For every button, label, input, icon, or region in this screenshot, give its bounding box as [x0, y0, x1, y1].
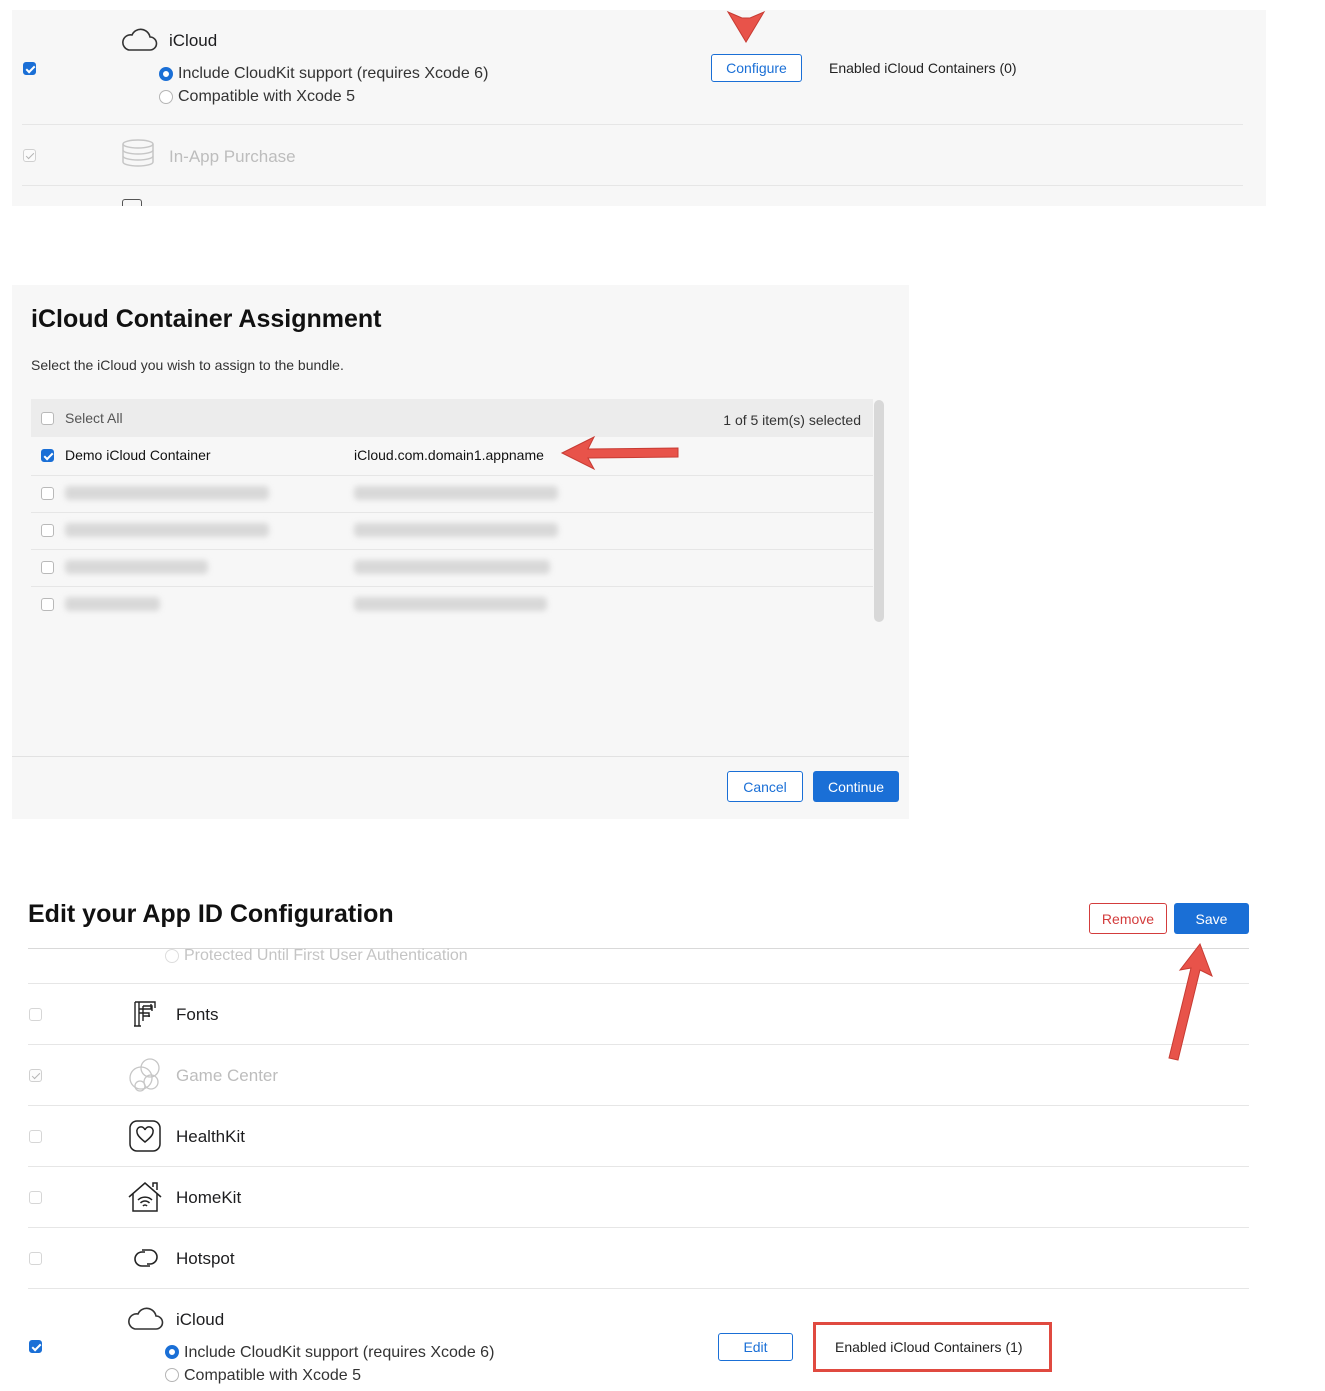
- row-divider: [22, 185, 1243, 186]
- cropped-icon: [122, 199, 142, 206]
- row-divider: [31, 586, 873, 587]
- container-row-checkbox[interactable]: [41, 598, 54, 611]
- icloud-container-dialog: iCloud Container Assignment Select the i…: [12, 285, 909, 819]
- container-row-checkbox[interactable]: [41, 487, 54, 500]
- xcode5-radio-label: Compatible with Xcode 5: [184, 1367, 361, 1384]
- configure-button[interactable]: Configure: [711, 54, 802, 82]
- cloudkit-radio-label: Include CloudKit support (requires Xcode…: [184, 1344, 495, 1361]
- container-name: Demo iCloud Container: [65, 447, 211, 463]
- fonts-icon: [134, 1001, 156, 1027]
- healthkit-checkbox[interactable]: [29, 1130, 42, 1143]
- redacted-container-identifier: [354, 523, 558, 537]
- continue-button[interactable]: Continue: [813, 771, 899, 802]
- capability-label: Fonts: [176, 1005, 219, 1024]
- redacted-container-name: [65, 560, 208, 574]
- hotspot-icon: [134, 1249, 158, 1267]
- edit-containers-button[interactable]: Edit: [718, 1333, 793, 1361]
- icloud-checkbox[interactable]: [23, 62, 36, 75]
- annotation-arrow-left: [560, 435, 679, 471]
- homekit-icon: [128, 1182, 162, 1212]
- save-button[interactable]: Save: [1174, 903, 1249, 934]
- in-app-purchase-label: In-App Purchase: [169, 147, 296, 166]
- hotspot-checkbox[interactable]: [29, 1252, 42, 1265]
- cancel-button[interactable]: Cancel: [727, 771, 803, 802]
- redacted-container-name: [65, 597, 160, 611]
- row-divider: [22, 124, 1243, 125]
- select-all-checkbox[interactable]: [41, 412, 54, 425]
- capability-label: HealthKit: [176, 1127, 245, 1146]
- fonts-checkbox[interactable]: [29, 1008, 42, 1021]
- protected-option-radio: [165, 949, 179, 963]
- cloudkit-radio[interactable]: [165, 1345, 179, 1359]
- game-center-icon: [129, 1058, 160, 1092]
- redacted-container-name: [65, 523, 269, 537]
- xcode5-radio[interactable]: [165, 1368, 179, 1382]
- row-divider: [31, 475, 873, 476]
- row-divider: [28, 983, 1249, 984]
- capability-label: Hotspot: [176, 1249, 235, 1268]
- enabled-containers-count: Enabled iCloud Containers (0): [829, 60, 1017, 76]
- edit-panel-title: Edit your App ID Configuration: [28, 900, 394, 928]
- coins-icon: [122, 139, 154, 167]
- container-identifier: iCloud.com.domain1.appname: [354, 447, 544, 463]
- select-all-label: Select All: [65, 410, 123, 426]
- icloud-checkbox[interactable]: [29, 1340, 42, 1353]
- icloud-label: iCloud: [176, 1310, 225, 1329]
- list-scrollbar[interactable]: [874, 400, 884, 622]
- selection-count: 1 of 5 item(s) selected: [723, 412, 861, 428]
- xcode5-radio[interactable]: [159, 90, 173, 104]
- container-row-checkbox[interactable]: [41, 449, 54, 462]
- in-app-purchase-checkbox: [23, 149, 36, 162]
- edit-app-id-panel: Edit your App ID Configuration Remove Sa…: [12, 896, 1264, 1391]
- container-row-checkbox[interactable]: [41, 561, 54, 574]
- redacted-container-identifier: [354, 560, 550, 574]
- dialog-footer-divider: [12, 756, 909, 757]
- top-capabilities-panel: iCloud Include CloudKit support (require…: [12, 10, 1266, 206]
- row-divider: [31, 549, 873, 550]
- xcode5-radio-label: Compatible with Xcode 5: [178, 88, 355, 105]
- annotation-arrow-down: [726, 10, 766, 43]
- capability-label: HomeKit: [176, 1188, 242, 1207]
- dialog-subtitle: Select the iCloud you wish to assign to …: [31, 357, 344, 373]
- cloudkit-radio[interactable]: [159, 67, 173, 81]
- row-divider: [28, 1166, 1249, 1167]
- redacted-container-name: [65, 486, 269, 500]
- icloud-label: iCloud: [169, 31, 218, 50]
- row-divider: [31, 512, 873, 513]
- cloud-icon: [128, 1307, 164, 1330]
- row-divider: [28, 1105, 1249, 1106]
- row-divider: [28, 1288, 1249, 1289]
- enabled-containers-count: Enabled iCloud Containers (1): [835, 1339, 1023, 1355]
- dialog-title: iCloud Container Assignment: [31, 305, 382, 333]
- homekit-checkbox[interactable]: [29, 1191, 42, 1204]
- cloud-icon: [122, 28, 158, 51]
- row-divider: [28, 1227, 1249, 1228]
- row-divider: [28, 1044, 1249, 1045]
- healthkit-icon: [129, 1120, 161, 1152]
- container-row-checkbox[interactable]: [41, 524, 54, 537]
- remove-button[interactable]: Remove: [1089, 903, 1167, 934]
- game-center-checkbox: [29, 1069, 42, 1082]
- redacted-container-identifier: [354, 597, 547, 611]
- container-list: Select All 1 of 5 item(s) selected Demo …: [31, 399, 873, 625]
- annotation-arrow-up: [1168, 942, 1213, 1061]
- capability-label: Game Center: [176, 1066, 279, 1085]
- redacted-container-identifier: [354, 486, 558, 500]
- cloudkit-radio-label: Include CloudKit support (requires Xcode…: [178, 65, 489, 82]
- protected-option-label: Protected Until First User Authenticatio…: [184, 947, 468, 964]
